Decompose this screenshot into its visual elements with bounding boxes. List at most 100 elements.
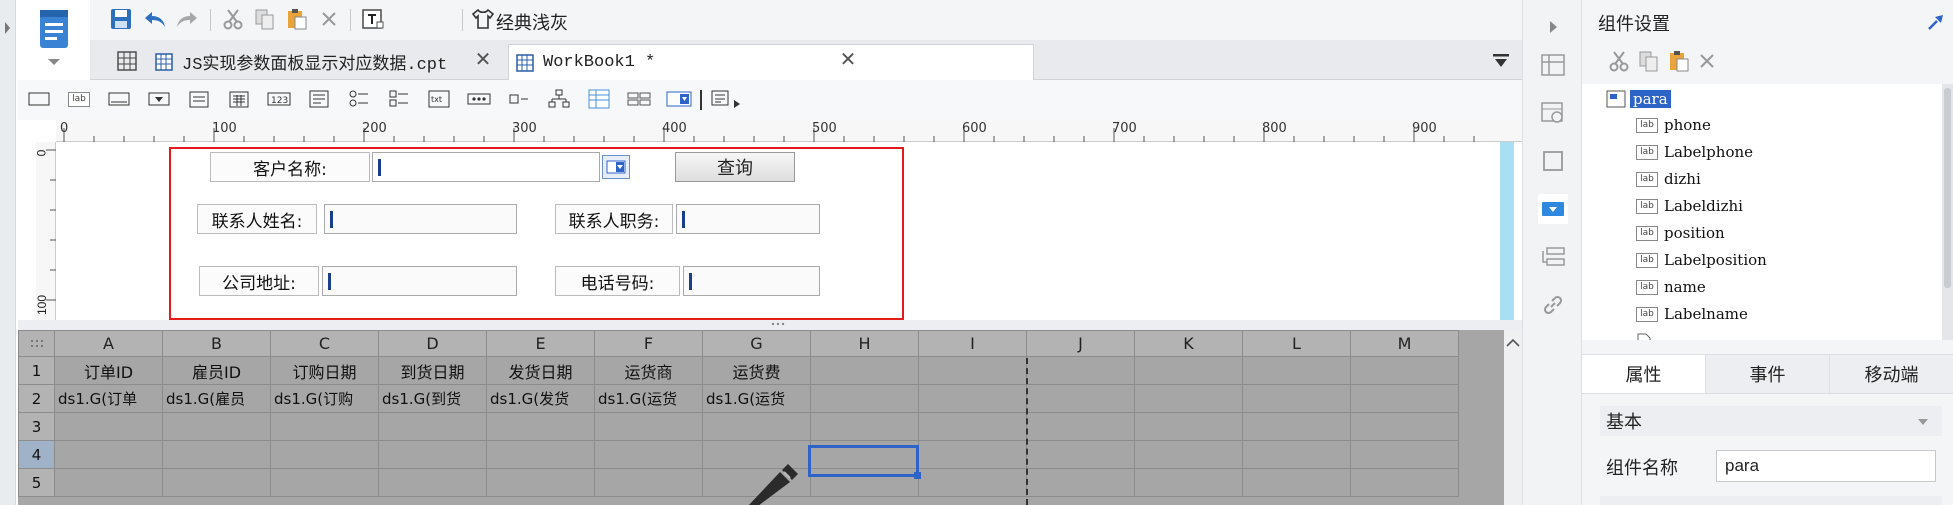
table-cell[interactable]	[270, 440, 379, 469]
tab-js-cpt[interactable]: JS实现参数面板显示对应数据.cpt	[150, 44, 570, 80]
tree-item[interactable]: lab position	[1636, 221, 1725, 245]
table-cell[interactable]	[594, 440, 703, 469]
column-header[interactable]: C	[270, 330, 379, 357]
copy-icon[interactable]	[250, 4, 280, 34]
table-cell[interactable]	[486, 440, 595, 469]
combo-dropdown-button[interactable]	[602, 155, 630, 179]
copy-icon[interactable]	[1638, 50, 1660, 72]
column-header[interactable]: G	[702, 330, 811, 357]
select-all-corner[interactable]	[18, 330, 55, 357]
table-cell[interactable]	[1242, 440, 1351, 469]
label-widget-icon[interactable]: lab	[66, 87, 92, 111]
table-cell[interactable]: 雇员ID	[162, 356, 271, 385]
app-menu-button[interactable]	[18, 0, 90, 78]
table-cell[interactable]	[1026, 468, 1135, 497]
table-cell[interactable]	[162, 412, 271, 441]
table-cell[interactable]	[1242, 384, 1351, 413]
more-widgets-icon[interactable]	[708, 87, 748, 111]
delete-icon[interactable]	[314, 4, 344, 34]
table-cell[interactable]	[810, 412, 919, 441]
table-cell[interactable]	[594, 468, 703, 497]
customer-name-combo[interactable]	[372, 152, 600, 182]
save-icon[interactable]	[106, 4, 136, 34]
condition-attribute-icon[interactable]	[1538, 242, 1568, 272]
tree-root-node[interactable]: para	[1606, 87, 1671, 111]
section-basic-header[interactable]: 基本	[1600, 406, 1942, 436]
undo-icon[interactable]	[140, 4, 170, 34]
address-input[interactable]	[322, 266, 517, 296]
table-cell[interactable]	[54, 412, 163, 441]
table-cell[interactable]: ds1.G(雇员	[162, 384, 271, 413]
section-collapsed-header[interactable]	[1600, 496, 1942, 505]
table-cell[interactable]	[1242, 412, 1351, 441]
table-cell[interactable]: 订单ID	[54, 356, 163, 385]
table-cell[interactable]	[1026, 356, 1135, 385]
tab-mobile[interactable]: 移动端	[1829, 355, 1953, 393]
panel-splitter[interactable]	[18, 320, 1522, 330]
left-collapse-strip[interactable]	[0, 0, 16, 505]
table-cell[interactable]	[54, 440, 163, 469]
table-cell[interactable]: ds1.G(运货	[702, 384, 811, 413]
table-cell[interactable]	[1242, 468, 1351, 497]
tree-item[interactable]: lab Labelphone	[1636, 140, 1753, 164]
widget-settings-icon[interactable]	[1538, 194, 1568, 224]
calendar-widget-icon[interactable]	[226, 87, 252, 111]
selected-cell-h4[interactable]	[808, 445, 919, 477]
column-header[interactable]: H	[810, 330, 919, 357]
table-cell[interactable]: ds1.G(运货	[594, 384, 703, 413]
tree-scrollbar[interactable]	[1942, 84, 1953, 340]
tab-list-menu-icon[interactable]	[1486, 46, 1516, 76]
table-cell[interactable]	[1134, 356, 1243, 385]
tree-item[interactable]: lab Labeldizhi	[1636, 194, 1743, 218]
table-cell[interactable]: 运货费	[702, 356, 811, 385]
dropdown-widget-icon[interactable]	[146, 87, 172, 111]
column-header[interactable]: M	[1350, 330, 1459, 357]
row-header[interactable]: 1	[18, 356, 55, 385]
column-header[interactable]: I	[918, 330, 1027, 357]
table-cell[interactable]	[486, 412, 595, 441]
paste-icon[interactable]	[282, 4, 312, 34]
tag-widget-icon[interactable]	[626, 87, 652, 111]
column-header[interactable]: A	[54, 330, 163, 357]
table-cell[interactable]	[918, 440, 1027, 469]
tab-close-icon[interactable]: ✕	[471, 44, 495, 74]
tree-item[interactable]	[1636, 329, 1656, 340]
table-cell[interactable]	[1134, 384, 1243, 413]
row-header[interactable]: 5	[18, 468, 55, 497]
table-cell[interactable]	[486, 468, 595, 497]
table-cell[interactable]	[378, 412, 487, 441]
text-format-icon[interactable]	[358, 4, 388, 34]
textarea-widget-icon[interactable]	[306, 87, 332, 111]
table-cell[interactable]	[594, 412, 703, 441]
tab-close-icon[interactable]: ✕	[836, 44, 860, 74]
checkbox-widget-icon[interactable]	[506, 87, 532, 111]
radio-group-widget-icon[interactable]	[346, 87, 372, 111]
tree-item[interactable]: lab Labelname	[1636, 302, 1748, 326]
pin-icon[interactable]	[1926, 12, 1946, 32]
text-widget-icon[interactable]: txt	[426, 87, 452, 111]
table-cell[interactable]	[378, 468, 487, 497]
table-cell[interactable]	[1026, 412, 1135, 441]
date-widget-icon[interactable]	[186, 87, 212, 111]
cut-icon[interactable]	[218, 4, 248, 34]
table-cell[interactable]: 到货日期	[378, 356, 487, 385]
table-cell[interactable]	[1350, 356, 1459, 385]
table-tree-widget-icon[interactable]	[586, 87, 612, 111]
widget-tree[interactable]: para lab phone lab Labelphone lab dizhi lab…	[1582, 84, 1942, 340]
table-cell[interactable]	[1242, 356, 1351, 385]
table-cell[interactable]	[1026, 440, 1135, 469]
table-cell[interactable]	[918, 468, 1027, 497]
button-widget-icon[interactable]	[106, 87, 132, 111]
number-widget-icon[interactable]: 123	[266, 87, 292, 111]
table-cell[interactable]: ds1.G(订购	[270, 384, 379, 413]
table-cell[interactable]	[702, 412, 811, 441]
table-cell[interactable]	[1350, 384, 1459, 413]
query-button[interactable]: 查询	[675, 152, 795, 182]
tab-workbook1[interactable]: WorkBook1 *	[508, 44, 1034, 80]
table-cell[interactable]	[810, 356, 919, 385]
column-header[interactable]: E	[486, 330, 595, 357]
table-cell[interactable]	[1134, 440, 1243, 469]
table-cell[interactable]	[1350, 440, 1459, 469]
phone-input[interactable]	[683, 266, 820, 296]
table-cell[interactable]: ds1.G(到货	[378, 384, 487, 413]
